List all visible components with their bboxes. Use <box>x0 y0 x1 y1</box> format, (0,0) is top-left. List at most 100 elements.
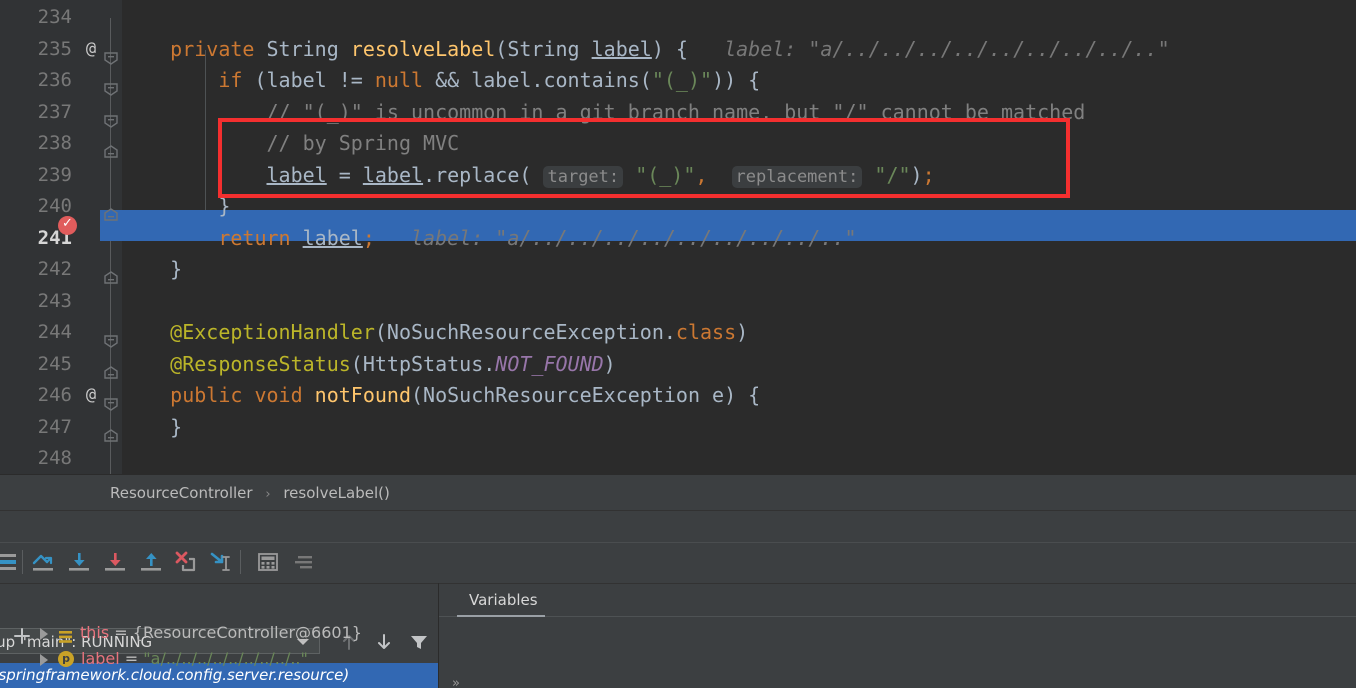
variable-row[interactable]: plabel = "a/../../../../../../../../.." <box>40 646 308 672</box>
code-line[interactable]: 235@ private String resolveLabel(String … <box>0 34 1356 66</box>
code-token: ; <box>923 163 935 187</box>
evaluate-expression-icon[interactable] <box>254 548 282 576</box>
force-step-into-icon[interactable] <box>102 548 130 576</box>
override-method-marker-icon[interactable]: @ <box>82 34 100 66</box>
code-token <box>122 352 170 376</box>
fold-region-end-icon[interactable] <box>103 421 119 435</box>
fold-region-end-icon[interactable] <box>103 200 119 214</box>
frames-down-button[interactable] <box>372 630 396 654</box>
code-token: class <box>676 320 736 344</box>
run-to-cursor-icon[interactable] <box>206 548 234 576</box>
line-number: 247 <box>0 412 72 444</box>
code-line[interactable]: 239 label = label.replace( target: "(_)"… <box>0 160 1356 192</box>
code-line[interactable]: 248 <box>0 443 1356 474</box>
code-line[interactable]: 241 return label; label: "a/../../../../… <box>0 223 1356 255</box>
code-token: null <box>375 68 435 92</box>
fold-collapse-icon[interactable] <box>103 106 119 120</box>
code-token <box>375 226 411 250</box>
intellij-debugger-window: 234235@ private String resolveLabel(Stri… <box>0 0 1356 688</box>
line-number: 236 <box>0 65 72 97</box>
add-watch-button[interactable] <box>12 626 32 646</box>
code-token: label <box>303 226 363 250</box>
breakpoint-icon[interactable]: ✓ <box>58 216 77 235</box>
code-line[interactable]: 247 } <box>0 412 1356 444</box>
code-token <box>122 37 170 61</box>
toolbar-divider <box>22 550 23 574</box>
variable-row[interactable]: this = {ResourceController@6601} <box>40 620 362 646</box>
expand-triangle-icon[interactable] <box>40 628 48 640</box>
code-token: replacement: <box>732 166 863 188</box>
variable-name: this <box>80 623 109 642</box>
code-line[interactable]: 243 <box>0 286 1356 318</box>
line-number: 243 <box>0 286 72 318</box>
code-token: } <box>122 415 182 439</box>
code-token: private <box>170 37 266 61</box>
code-token: ) <box>604 352 616 376</box>
drop-frame-icon[interactable] <box>172 548 200 576</box>
code-token: )) { <box>712 68 760 92</box>
breadcrumb-separator-icon: › <box>257 487 278 502</box>
code-line[interactable]: 234 <box>0 2 1356 34</box>
breakpoint-verified-check: ✓ <box>62 217 73 231</box>
code-line[interactable]: 244 @ExceptionHandler(NoSuchResourceExce… <box>0 317 1356 349</box>
code-line[interactable]: 237 // "(_)" is uncommon in a git branch… <box>0 97 1356 129</box>
line-number: 235 <box>0 34 72 66</box>
code-token <box>122 320 170 344</box>
code-editor[interactable]: 234235@ private String resolveLabel(Stri… <box>0 0 1356 474</box>
step-over-icon[interactable] <box>30 548 58 576</box>
settings-list-icon[interactable] <box>290 548 318 576</box>
code-token: } <box>122 194 230 218</box>
fold-collapse-icon[interactable] <box>103 326 119 340</box>
parameter-icon: p <box>58 651 74 667</box>
fold-region-end-icon[interactable] <box>103 137 119 151</box>
code-line[interactable]: 240 } <box>0 191 1356 223</box>
code-token: NOT_FOUND <box>495 352 603 376</box>
fold-collapse-icon[interactable] <box>103 389 119 403</box>
code-token: ) <box>911 163 923 187</box>
expand-triangle-icon[interactable] <box>40 654 48 666</box>
line-number: 237 <box>0 97 72 129</box>
frames-filter-button[interactable] <box>407 630 431 654</box>
code-token <box>122 131 267 155</box>
breadcrumb-method[interactable]: resolveLabel() <box>283 484 390 502</box>
fold-collapse-icon[interactable] <box>103 43 119 57</box>
code-line[interactable]: 242 } <box>0 254 1356 286</box>
step-into-icon[interactable] <box>66 548 94 576</box>
code-text: label = label.replace( target: "(_)", re… <box>122 160 935 194</box>
line-number: 246 <box>0 380 72 412</box>
code-token: (NoSuchResourceException e) { <box>411 383 760 407</box>
show-execution-point-icon[interactable] <box>0 548 20 576</box>
code-token: (label != <box>254 68 374 92</box>
breadcrumb-class[interactable]: ResourceController <box>110 484 253 502</box>
code-token: return <box>218 226 302 250</box>
fold-region-end-icon[interactable] <box>103 358 119 372</box>
code-line[interactable]: 236 if (label != null && label.contains(… <box>0 65 1356 97</box>
code-text: if (label != null && label.contains("(_)… <box>122 65 760 97</box>
code-token: resolveLabel <box>351 37 496 61</box>
breadcrumb[interactable]: ResourceController › resolveLabel() <box>110 475 390 511</box>
code-token: = <box>327 163 363 187</box>
code-token <box>122 226 218 250</box>
line-number: 239 <box>0 160 72 192</box>
variable-equals: = <box>109 623 133 642</box>
code-token <box>122 68 218 92</box>
code-line[interactable]: 245 @ResponseStatus(HttpStatus.NOT_FOUND… <box>0 349 1356 381</box>
line-number: 245 <box>0 349 72 381</box>
fold-region-end-icon[interactable] <box>103 263 119 277</box>
code-text: public void notFound(NoSuchResourceExcep… <box>122 380 760 412</box>
variables-panel: Variables <box>439 583 1356 688</box>
code-line[interactable]: 238 // by Spring MVC <box>0 128 1356 160</box>
code-token: && label.contains( <box>435 68 652 92</box>
step-out-icon[interactable] <box>138 548 166 576</box>
code-line[interactable]: 246 @ public void notFound(NoSuchResource… <box>0 380 1356 412</box>
tab-variables[interactable]: Variables <box>457 584 550 616</box>
code-token: (HttpStatus. <box>351 352 496 376</box>
code-text: } <box>122 191 230 223</box>
override-method-marker-icon[interactable]: @ <box>82 380 100 412</box>
code-token: ) { <box>652 37 724 61</box>
code-token <box>122 100 267 124</box>
code-text: } <box>122 254 182 286</box>
fold-collapse-icon[interactable] <box>103 74 119 88</box>
variables-tab-underline-track <box>439 616 1356 617</box>
variables-overflow-chevron-icon: » <box>452 676 460 688</box>
